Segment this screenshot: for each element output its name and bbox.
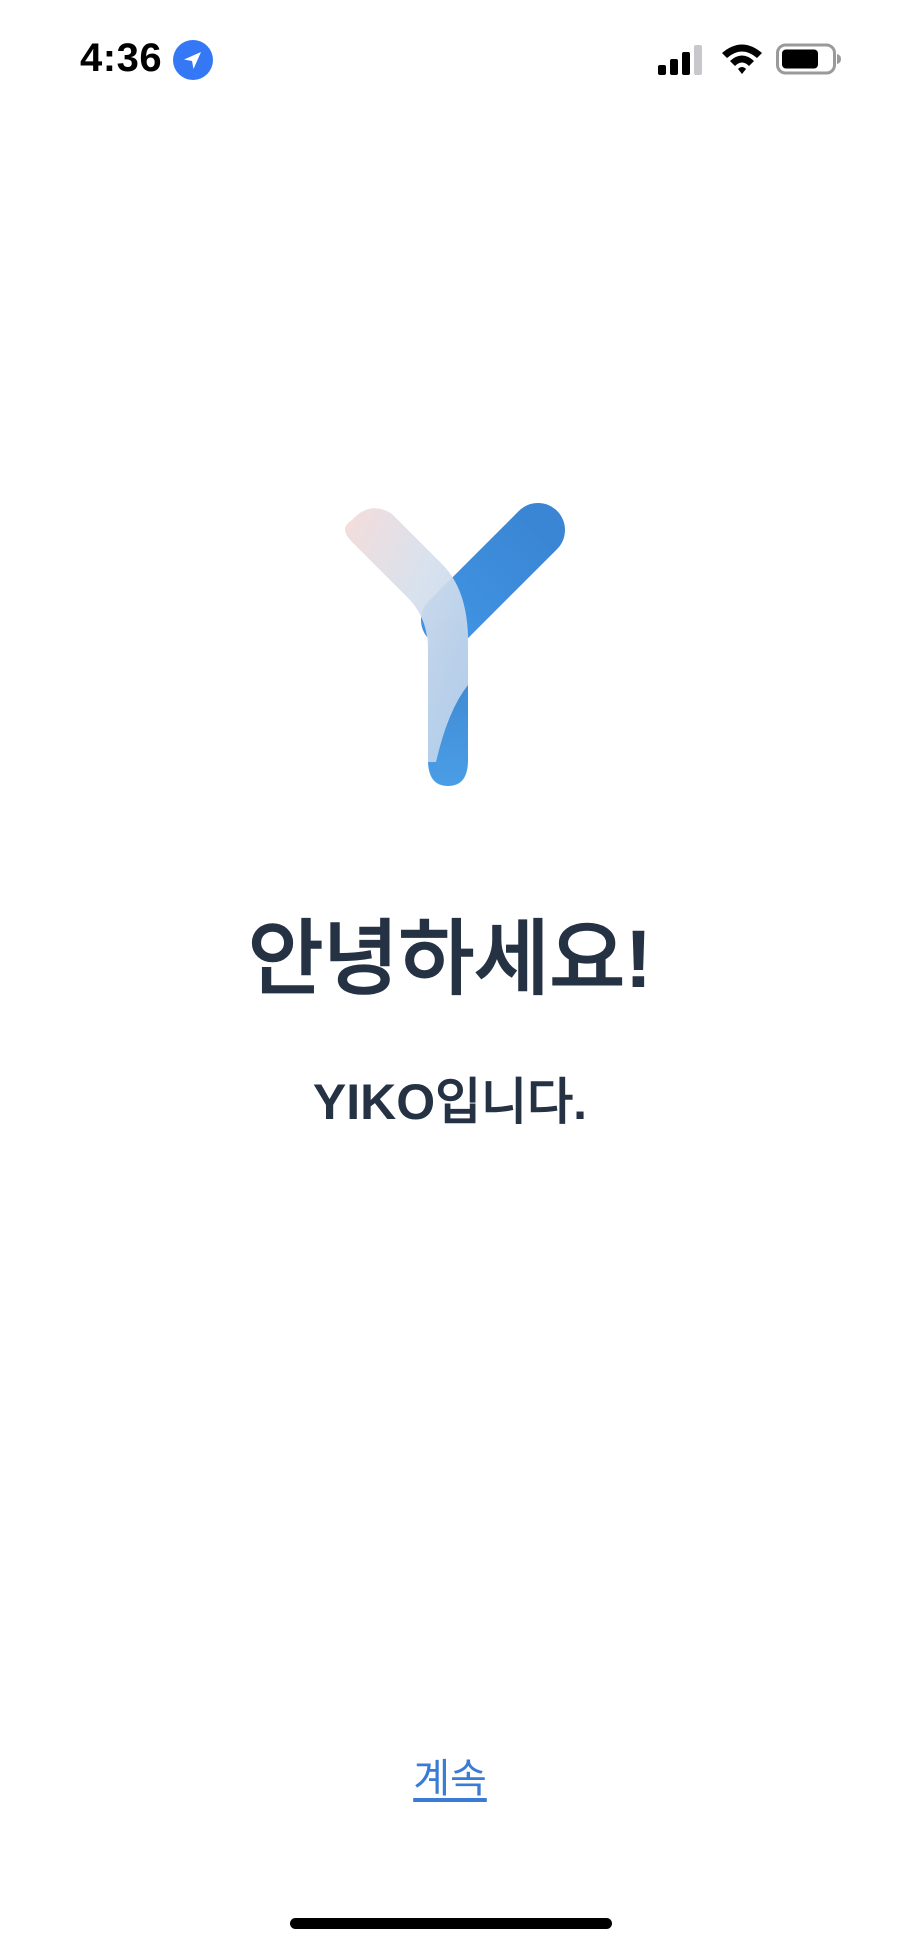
home-indicator[interactable] [290,1918,612,1929]
wifi-icon [722,44,762,74]
battery-icon [776,43,841,75]
continue-button[interactable]: 계속 [350,1752,550,1806]
location-arrow-icon [173,40,213,80]
yiko-y-logo-icon [345,503,565,786]
intro-subtitle: YIKO입니다. [312,1074,588,1130]
greeting-title: 안녕하세요! [247,914,653,1005]
cellular-signal-icon [658,45,702,75]
status-bar: 4:36 [0,0,900,120]
status-time: 4:36 [80,36,163,80]
